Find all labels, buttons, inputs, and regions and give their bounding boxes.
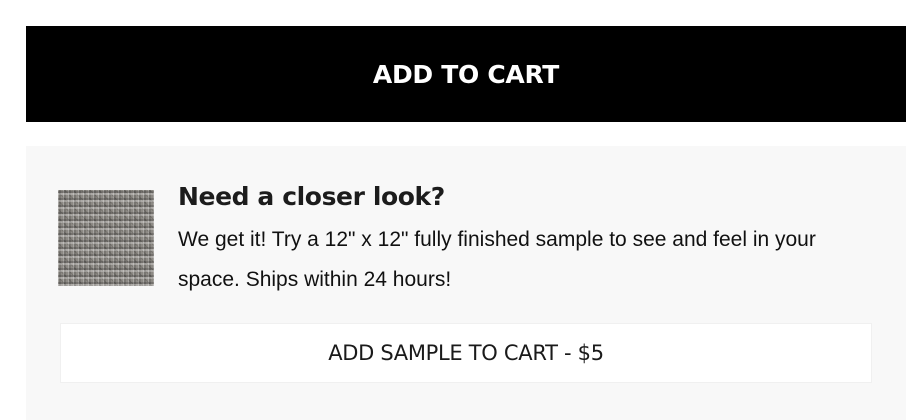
add-sample-to-cart-button[interactable]: ADD SAMPLE TO CART - $5 xyxy=(60,323,872,383)
sample-description: We get it! Try a 12" x 12" fully finishe… xyxy=(178,228,816,291)
sample-offer-panel: Need a closer look? We get it! Try a 12"… xyxy=(26,146,906,420)
sample-heading: Need a closer look? xyxy=(178,182,445,211)
add-to-cart-button[interactable]: ADD TO CART xyxy=(26,26,906,122)
fabric-swatch-image xyxy=(58,190,154,286)
